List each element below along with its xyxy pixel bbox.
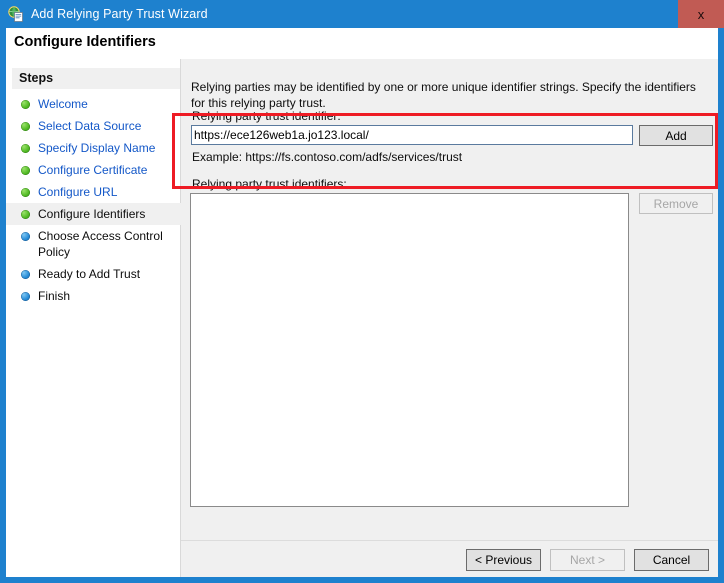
sidebar-item-label: Select Data Source	[38, 119, 142, 133]
sidebar-item-specify-display-name[interactable]: Specify Display Name	[6, 137, 181, 159]
green-dot-icon	[21, 122, 30, 131]
sidebar-item-label: Specify Display Name	[38, 141, 156, 155]
title-bar: Add Relying Party Trust Wizard x	[0, 0, 724, 28]
green-dot-icon	[21, 100, 30, 109]
sidebar-item-label: Welcome	[38, 97, 88, 111]
sidebar-item-choose-access-control-policy[interactable]: Choose Access Control Policy	[6, 225, 181, 263]
sidebar-item-label: Choose Access Control Policy	[38, 229, 163, 259]
add-button[interactable]: Add	[639, 125, 713, 146]
next-button: Next >	[550, 549, 625, 571]
cancel-button[interactable]: Cancel	[634, 549, 709, 571]
sidebar-item-ready-to-add-trust[interactable]: Ready to Add Trust	[6, 263, 181, 285]
page-header: Configure Identifiers	[6, 28, 718, 59]
steps-list: Welcome Select Data Source Specify Display…	[6, 93, 181, 307]
intro-text: Relying parties may be identified by one…	[191, 80, 696, 110]
body-area: Steps Welcome Select Data Source Specify D…	[6, 59, 718, 577]
identifier-list-label: Relying party trust identifiers:	[192, 177, 347, 191]
blue-dot-icon	[21, 270, 30, 279]
sidebar-item-configure-certificate[interactable]: Configure Certificate	[6, 159, 181, 181]
steps-sidebar: Steps Welcome Select Data Source Specify D…	[6, 59, 181, 577]
content-pane: Relying parties may be identified by one…	[181, 59, 718, 577]
relying-party-trust-identifier-input[interactable]	[191, 125, 633, 145]
window-title: Add Relying Party Trust Wizard	[31, 7, 208, 21]
sidebar-item-label: Configure URL	[38, 185, 118, 199]
sidebar-item-select-data-source[interactable]: Select Data Source	[6, 115, 181, 137]
wizard-window: Add Relying Party Trust Wizard x Configu…	[0, 0, 724, 583]
previous-button[interactable]: < Previous	[466, 549, 541, 571]
footer-buttons: < Previous Next > Cancel	[466, 549, 709, 571]
green-dot-icon	[21, 188, 30, 197]
example-text: Example: https://fs.contoso.com/adfs/ser…	[192, 150, 463, 164]
steps-header-label: Steps	[19, 71, 54, 85]
sidebar-item-label: Configure Certificate	[38, 163, 148, 177]
blue-dot-icon	[21, 292, 30, 301]
blue-dot-icon	[21, 232, 30, 241]
page-title: Configure Identifiers	[14, 34, 156, 50]
sidebar-item-label: Configure Identifiers	[38, 207, 146, 221]
sidebar-item-label: Ready to Add Trust	[38, 267, 141, 281]
sidebar-item-configure-identifiers[interactable]: Configure Identifiers	[6, 203, 181, 225]
steps-header-band: Steps	[12, 68, 180, 89]
close-icon[interactable]: x	[678, 0, 724, 28]
wizard-globe-icon	[8, 6, 24, 22]
relying-party-trust-identifiers-listbox[interactable]	[190, 193, 629, 507]
green-dot-icon	[21, 210, 30, 219]
sidebar-item-welcome[interactable]: Welcome	[6, 93, 181, 115]
green-dot-icon	[21, 166, 30, 175]
green-dot-icon	[21, 144, 30, 153]
footer-bar: < Previous Next > Cancel	[181, 540, 718, 577]
sidebar-item-finish[interactable]: Finish	[6, 285, 181, 307]
remove-button[interactable]: Remove	[639, 193, 713, 214]
identifier-field-label: Relying party trust identifier:	[192, 109, 341, 123]
sidebar-item-configure-url[interactable]: Configure URL	[6, 181, 181, 203]
sidebar-item-label: Finish	[38, 289, 71, 303]
